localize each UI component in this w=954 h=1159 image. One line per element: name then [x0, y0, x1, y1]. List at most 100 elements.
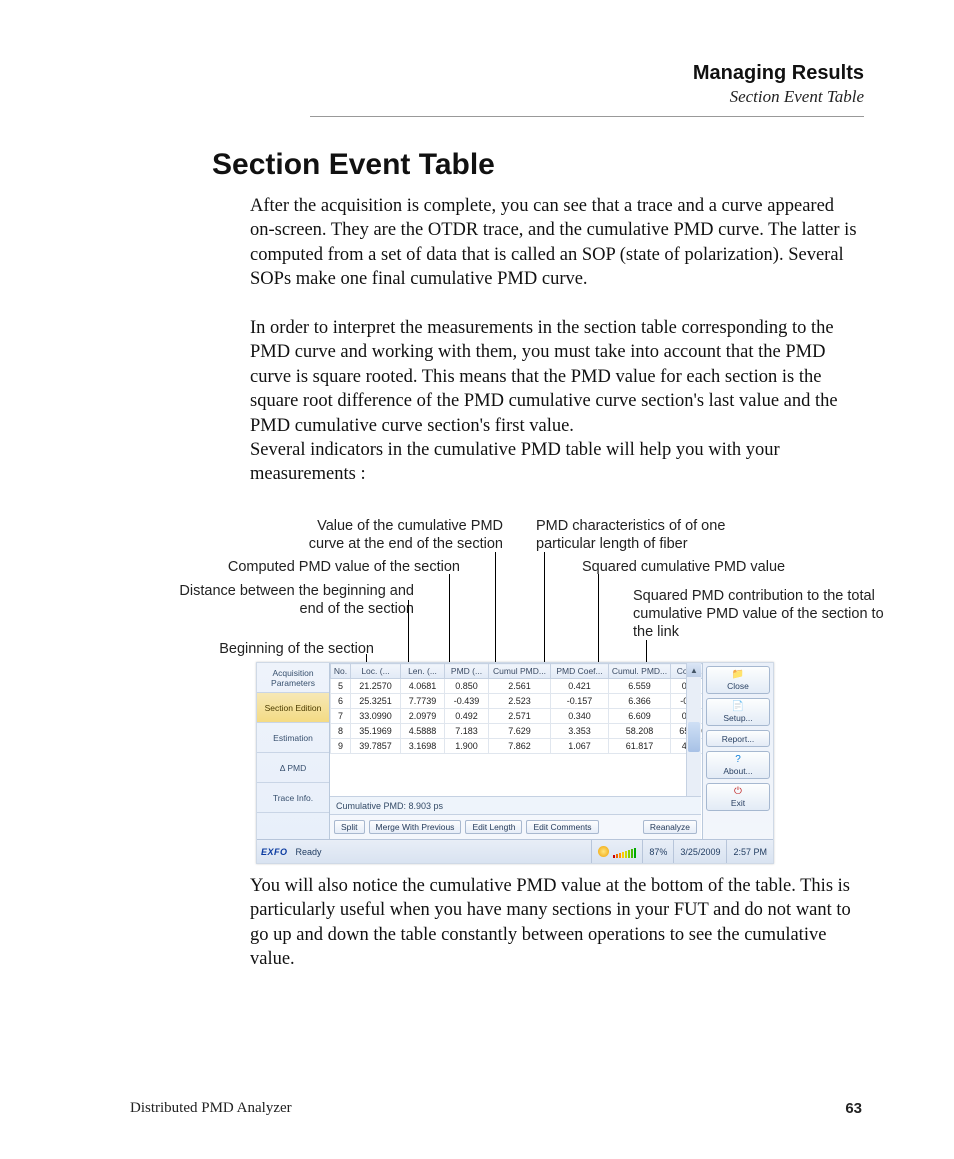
column-header[interactable]: Cumul. PMD... [609, 664, 671, 679]
table-cell: 0.340 [551, 709, 609, 724]
status-signal [591, 840, 642, 863]
table-cell: 7 [331, 709, 351, 724]
section-table: No.Loc. (...Len. (...PMD (...Cumul PMD..… [330, 663, 711, 754]
merge-with-previous-button[interactable]: Merge With Previous [369, 820, 462, 835]
column-header[interactable]: Cumul PMD... [489, 664, 551, 679]
pointer-line [598, 574, 599, 668]
exfo-logo: EXFO [257, 847, 292, 857]
button-row-spacer [603, 825, 639, 829]
column-header[interactable]: Loc. (... [351, 664, 401, 679]
table-cell: 4.0681 [401, 679, 445, 694]
paragraph-1: After the acquisition is complete, you c… [250, 194, 862, 292]
table-cell: 61.817 [609, 739, 671, 754]
cumulative-pmd-label: Cumulative PMD: 8.903 ps [330, 796, 701, 815]
status-state: Ready [292, 847, 322, 857]
setup-button[interactable]: 📄Setup... [706, 698, 770, 726]
pointer-line [449, 574, 450, 668]
callout-cumul-pmd-end: Value of the cumulative PMD curve at the… [293, 517, 503, 553]
table-cell: 0.421 [551, 679, 609, 694]
table-cell: 0.492 [445, 709, 489, 724]
signal-bars-icon [613, 846, 636, 858]
table-cell: 2.571 [489, 709, 551, 724]
chapter-title: Managing Results [693, 62, 864, 85]
table-cell: 25.3251 [351, 694, 401, 709]
table-cell: 39.7857 [351, 739, 401, 754]
power-icon: ⏻ [709, 787, 767, 797]
footer-page-number: 63 [845, 1100, 862, 1117]
exit-button[interactable]: ⏻Exit [706, 783, 770, 811]
table-cell: 3.1698 [401, 739, 445, 754]
table-cell: 7.629 [489, 724, 551, 739]
column-header[interactable]: PMD (... [445, 664, 489, 679]
table-cell: 7.183 [445, 724, 489, 739]
callout-computed-pmd: Computed PMD value of the section [200, 558, 460, 576]
table-cell: 2.523 [489, 694, 551, 709]
folder-icon: 📁 [709, 670, 767, 680]
table-row[interactable]: 625.32517.7739-0.4392.523-0.1576.366-0.2… [331, 694, 711, 709]
section-event-table-figure: Acquisition Parameters Section Edition E… [256, 662, 774, 864]
status-date: 3/25/2009 [673, 840, 726, 863]
close-button[interactable]: 📁Close [706, 666, 770, 694]
table-cell: 1.067 [551, 739, 609, 754]
callout-beginning: Beginning of the section [204, 640, 374, 658]
reanalyze-button[interactable]: Reanalyze [643, 820, 697, 835]
table-cell: 6.366 [609, 694, 671, 709]
callout-squared-cumul-pmd: Squared cumulative PMD value [582, 558, 812, 576]
report-button[interactable]: Report... [706, 730, 770, 747]
table-cell: 1.900 [445, 739, 489, 754]
table-row[interactable]: 835.19694.58887.1837.6293.35358.20865.10 [331, 724, 711, 739]
sidebar-item-section-edition[interactable]: Section Edition [257, 693, 329, 723]
callout-distance: Distance between the beginning and end o… [154, 582, 414, 618]
table-row[interactable]: 521.25704.06810.8502.5610.4216.5590.91 [331, 679, 711, 694]
table-cell: 6.559 [609, 679, 671, 694]
table-cell: -0.439 [445, 694, 489, 709]
sidebar-item-trace-info[interactable]: Trace Info. [257, 783, 329, 813]
button-row: Split Merge With Previous Edit Length Ed… [330, 814, 701, 839]
table-cell: 58.208 [609, 724, 671, 739]
section-heading: Section Event Table [212, 148, 495, 182]
table-cell: 2.561 [489, 679, 551, 694]
shield-icon [598, 846, 609, 857]
status-bar: EXFO Ready 87% 3/25/2009 2:57 PM [257, 839, 773, 863]
document-icon: 📄 [709, 702, 767, 712]
footer-product: Distributed PMD Analyzer [130, 1100, 292, 1117]
table-cell: 6 [331, 694, 351, 709]
paragraph-4: You will also notice the cumulative PMD … [250, 874, 862, 972]
column-header[interactable]: PMD Coef... [551, 664, 609, 679]
sidebar-item-delta-pmd[interactable]: Δ PMD [257, 753, 329, 783]
table-cell: 4.5888 [401, 724, 445, 739]
sidebar-item-estimation[interactable]: Estimation [257, 723, 329, 753]
table-row[interactable]: 733.09902.09790.4922.5710.3406.6090.31 [331, 709, 711, 724]
status-percent: 87% [642, 840, 673, 863]
paragraph-3: Several indicators in the cumulative PMD… [250, 438, 862, 487]
table-cell: -0.157 [551, 694, 609, 709]
table-cell: 7.862 [489, 739, 551, 754]
column-header[interactable]: No. [331, 664, 351, 679]
table-cell: 3.353 [551, 724, 609, 739]
header-rule [310, 116, 864, 117]
table-cell: 21.2570 [351, 679, 401, 694]
table-cell: 7.7739 [401, 694, 445, 709]
table-cell: 6.609 [609, 709, 671, 724]
table-cell: 8 [331, 724, 351, 739]
pointer-line [408, 600, 409, 668]
edit-length-button[interactable]: Edit Length [465, 820, 522, 835]
pointer-line [495, 552, 496, 668]
chapter-subtitle: Section Event Table [693, 87, 864, 107]
pointer-line [544, 552, 545, 668]
sidebar-item-acquisition-parameters[interactable]: Acquisition Parameters [257, 663, 329, 693]
sidebar: Acquisition Parameters Section Edition E… [257, 663, 330, 840]
split-button[interactable]: Split [334, 820, 365, 835]
table-cell: 33.0990 [351, 709, 401, 724]
right-panel: 📁Close 📄Setup... Report... ?About... ⏻Ex… [702, 663, 773, 840]
paragraph-2: In order to interpret the measurements i… [250, 316, 862, 438]
edit-comments-button[interactable]: Edit Comments [526, 820, 598, 835]
table-row[interactable]: 939.78573.16981.9007.8621.06761.8174.55 [331, 739, 711, 754]
table-cell: 2.0979 [401, 709, 445, 724]
callout-squared-contribution: Squared PMD contribution to the total cu… [633, 587, 893, 641]
about-button[interactable]: ?About... [706, 751, 770, 779]
scroll-up-arrow-icon[interactable]: ▲ [687, 663, 701, 677]
column-header[interactable]: Len. (... [401, 664, 445, 679]
help-icon: ? [709, 755, 767, 765]
table-cell: 5 [331, 679, 351, 694]
